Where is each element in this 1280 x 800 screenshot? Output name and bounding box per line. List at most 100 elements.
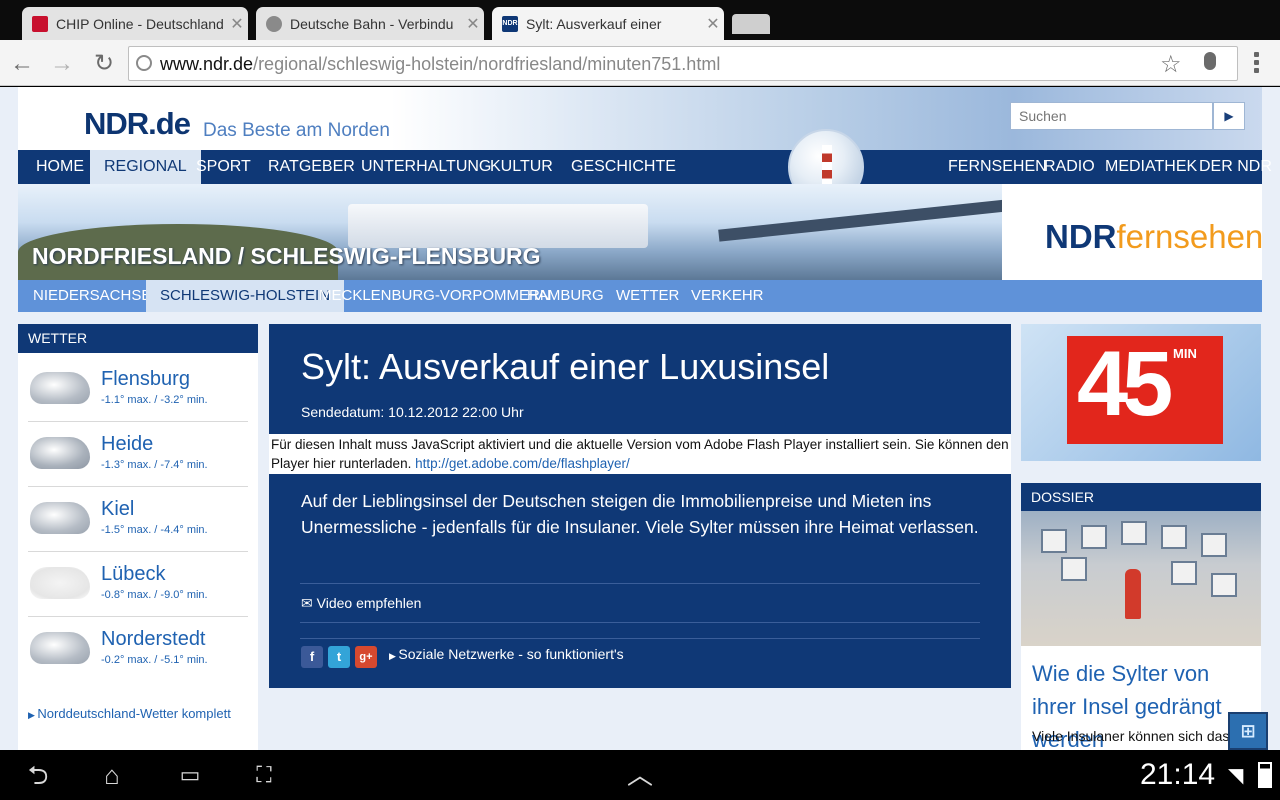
dossier-teaser: Viele Insulaner können sich das [1032, 728, 1230, 744]
recommend-video-button[interactable]: ✉ Video empfehlen [301, 595, 421, 612]
floating-overlay-icon[interactable]: ⊞ [1228, 712, 1268, 750]
battery-icon [1258, 762, 1272, 788]
weather-row[interactable]: Heide -1.3° max. / -7.4° min. [28, 423, 248, 487]
wifi-icon: ◥ [1228, 765, 1244, 787]
weather-city[interactable]: Heide [101, 433, 153, 456]
cloud-icon [30, 372, 90, 404]
weather-temps: -1.3° max. / -7.4° min. [101, 459, 208, 471]
close-tab-icon[interactable]: ✕ [702, 14, 724, 34]
chevron-up-icon[interactable]: ︿ [620, 760, 660, 790]
close-tab-icon[interactable]: ✕ [462, 14, 484, 34]
browser-menu-icon[interactable] [1250, 50, 1262, 78]
weather-heading: WETTER [18, 324, 258, 353]
recommend-text: Video empfehlen [316, 595, 422, 611]
site-slogan: Das Beste am Norden [203, 120, 390, 141]
screenshot-icon[interactable]: ⛶ [244, 760, 284, 790]
url-path: /regional/schleswig-holstein/nordfriesla… [253, 54, 721, 74]
nav-geschichte[interactable]: GESCHICHTE [571, 150, 676, 184]
nav-home[interactable]: HOME [36, 150, 84, 184]
logo-suffix: .de [148, 106, 191, 141]
social-text: Soziale Netzwerke - so funktioniert's [398, 646, 624, 662]
divider [300, 583, 980, 584]
cloud-icon [30, 502, 90, 534]
nav-unterhaltung[interactable]: UNTERHALTUNG [361, 150, 491, 184]
weather-row[interactable]: Flensburg -1.1° max. / -3.2° min. [28, 358, 248, 422]
social-networks-link[interactable]: ▶ Soziale Netzwerke - so funktioniert's [389, 646, 624, 662]
ndr-fernsehen-ndr: NDR [1045, 218, 1117, 255]
search-submit-button[interactable]: ▶ [1213, 102, 1245, 130]
weather-link-text: Norddeutschland-Wetter komplett [37, 706, 231, 721]
nav-sport[interactable]: SPORT [196, 150, 251, 184]
nav-der-ndr[interactable]: DER NDR [1199, 150, 1272, 184]
divider [300, 622, 980, 623]
facebook-icon[interactable]: f [301, 646, 323, 668]
subnav-wetter[interactable]: WETTER [616, 280, 679, 312]
subnav-hamburg[interactable]: HAMBURG [527, 280, 604, 312]
weather-city[interactable]: Norderstedt [101, 628, 206, 651]
weather-city[interactable]: Lübeck [101, 563, 166, 586]
tab-chip-online[interactable]: CHIP Online - Deutschland ✕ [22, 7, 248, 40]
back-icon[interactable]: ⮌ [18, 760, 58, 790]
nav-mediathek[interactable]: MEDIATHEK [1105, 150, 1197, 184]
weather-city[interactable]: Flensburg [101, 368, 190, 391]
tab-ndr-active[interactable]: NDR Sylt: Ausverkauf einer ✕ [492, 7, 724, 40]
mail-icon: ✉ [301, 595, 317, 611]
globe-icon [266, 15, 282, 32]
back-arrow-icon[interactable]: ← [8, 50, 36, 78]
subnav-verkehr[interactable]: VERKEHR [691, 280, 764, 312]
flash-note-text: Für diesen Inhalt muss JavaScript aktivi… [271, 437, 1009, 471]
dossier-beach-image[interactable] [1021, 511, 1261, 646]
new-tab-button[interactable] [732, 14, 770, 34]
subnav-niedersachsen[interactable]: NIEDERSACHSEN [33, 280, 162, 312]
subnav-schleswig-holstein[interactable]: SCHLESWIG-HOLSTEIN [146, 280, 345, 312]
article-lead: Auf der Lieblingsinsel der Deutschen ste… [301, 491, 979, 537]
snow-cloud-icon [30, 437, 90, 469]
chip-favicon-icon [32, 15, 48, 32]
tab-title: Sylt: Ausverkauf einer [526, 15, 662, 32]
weather-row[interactable]: Lübeck -0.8° max. / -9.0° min. [28, 553, 248, 617]
promo-min: MIN [1173, 346, 1197, 361]
fog-icon [30, 567, 90, 599]
arrow-right-icon: ▶ [389, 651, 399, 661]
forward-arrow-icon[interactable]: → [48, 50, 76, 78]
twitter-icon[interactable]: t [328, 646, 350, 668]
flash-player-notice: Für diesen Inhalt muss JavaScript aktivi… [269, 434, 1011, 474]
weather-row[interactable]: Kiel -1.5° max. / -4.4° min. [28, 488, 248, 552]
ndr-fernsehen-text: NDRfernsehen [1045, 218, 1263, 256]
tab-deutsche-bahn[interactable]: Deutsche Bahn - Verbindu ✕ [256, 7, 484, 40]
nav-fernsehen[interactable]: FERNSEHEN [948, 150, 1047, 184]
weather-row[interactable]: Norderstedt -0.2° max. / -5.1° min. [28, 618, 248, 682]
globe-icon [136, 55, 152, 71]
url-text[interactable]: www.ndr.de/regional/schleswig-holstein/n… [160, 54, 720, 75]
weather-temps: -0.8° max. / -9.0° min. [101, 589, 208, 601]
subnav-mecklenburg-vorpommern[interactable]: MECKLENBURG-VORPOMMERN [319, 280, 551, 312]
weather-complete-link[interactable]: ▶ Norddeutschland-Wetter komplett [28, 706, 231, 721]
45-min-promo[interactable]: 45 MIN [1021, 324, 1261, 461]
google-plus-icon[interactable]: g+ [355, 646, 377, 668]
reload-icon[interactable]: ↻ [90, 50, 118, 78]
divider [300, 638, 980, 639]
recent-apps-icon[interactable]: ▭ [170, 760, 210, 790]
article-date: Sendedatum: 10.12.2012 22:00 Uhr [301, 404, 524, 420]
url-host: www.ndr.de [160, 54, 254, 74]
tab-title: CHIP Online - Deutschland [56, 15, 224, 32]
microphone-icon[interactable] [1204, 52, 1216, 70]
home-icon[interactable]: ⌂ [92, 760, 132, 790]
nav-regional[interactable]: REGIONAL [90, 150, 201, 184]
nav-kultur[interactable]: KULTUR [490, 150, 553, 184]
status-clock: 21:14 [1140, 758, 1216, 791]
tab-title: Deutsche Bahn - Verbindu [290, 15, 454, 32]
ndr-logo[interactable]: NDR.de [84, 106, 191, 142]
arrow-right-icon: ▶ [28, 710, 38, 720]
nav-ratgeber[interactable]: RATGEBER [268, 150, 355, 184]
weather-temps: -0.2° max. / -5.1° min. [101, 654, 208, 666]
dossier-heading: DOSSIER [1021, 483, 1261, 511]
search-input[interactable] [1010, 102, 1213, 130]
article-title: Sylt: Ausverkauf einer Luxusinsel [301, 346, 830, 387]
nav-radio[interactable]: RADIO [1044, 150, 1095, 184]
flash-download-link[interactable]: http://get.adobe.com/de/flashplayer/ [415, 456, 630, 471]
bookmark-star-icon[interactable]: ☆ [1160, 50, 1182, 79]
close-tab-icon[interactable]: ✕ [226, 14, 248, 34]
cloud-icon [30, 632, 90, 664]
weather-city[interactable]: Kiel [101, 498, 134, 521]
